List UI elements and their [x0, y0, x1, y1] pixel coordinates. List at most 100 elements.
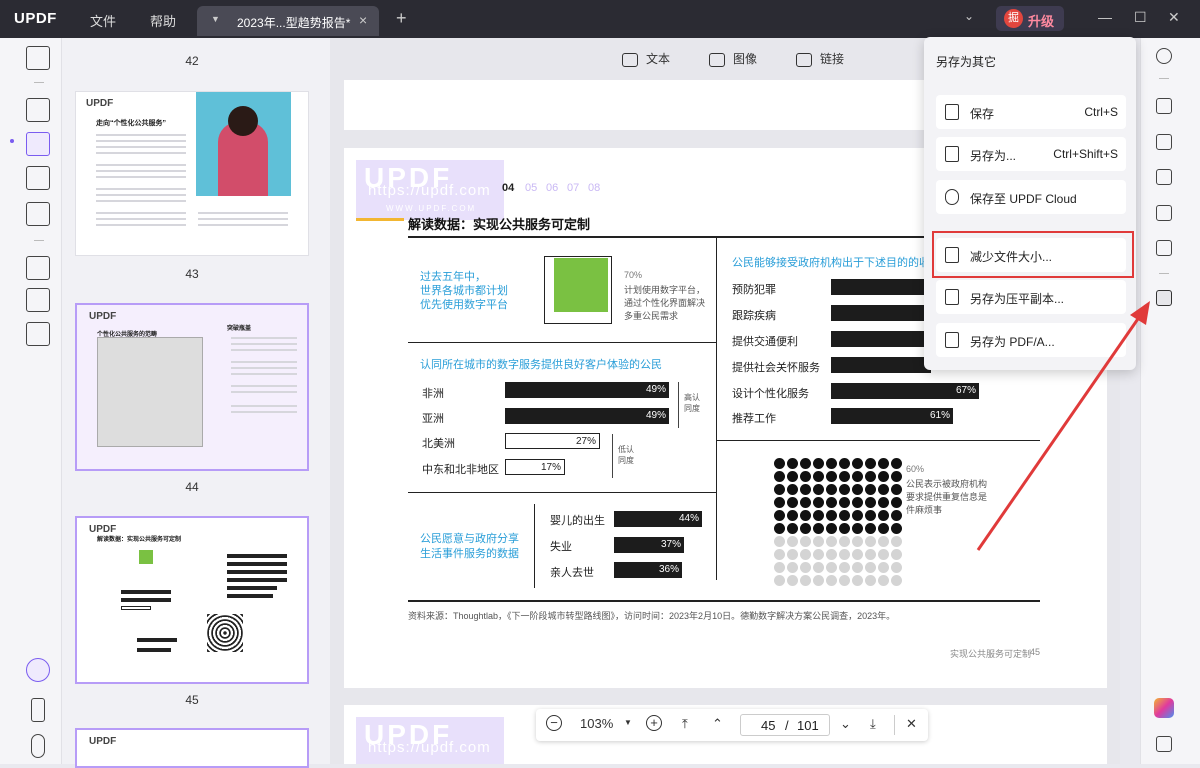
section4-label: 推荐工作 — [732, 413, 776, 425]
text-tool-label: 文本 — [646, 52, 671, 66]
link-tool-button[interactable]: 链接 — [796, 50, 844, 67]
image-icon — [709, 52, 725, 67]
dot-grid-dot — [878, 549, 889, 560]
upgrade-button[interactable]: 掘 升级 — [996, 6, 1064, 31]
menu-item-save-to-cloud[interactable]: 保存至 UPDF Cloud — [936, 180, 1126, 214]
previous-page-icon[interactable]: ⌃ — [712, 716, 723, 732]
section4-label: 提供交通便利 — [732, 336, 798, 348]
ocr-icon[interactable] — [1156, 98, 1172, 114]
close-zoom-bar-icon[interactable]: ✕ — [906, 716, 917, 732]
dot-grid-dot — [826, 549, 837, 560]
search-icon[interactable] — [1156, 48, 1172, 64]
dot-grid-dot — [839, 484, 850, 495]
dot-grid-dot — [813, 523, 824, 534]
section3-label: 婴儿的出生 — [550, 515, 605, 527]
dot-grid-dot — [826, 536, 837, 547]
first-page-icon[interactable]: ⤒ — [682, 716, 688, 732]
layers-copy-icon[interactable] — [26, 322, 50, 346]
dot-grid-dot — [891, 484, 902, 495]
protect-icon[interactable] — [1156, 169, 1172, 185]
fill-sign-icon[interactable] — [26, 202, 50, 226]
source-note: 资料来源：Thoughtlab，《下一阶段城市转型路线图》，访问时间：2023年… — [408, 611, 896, 621]
dot-grid-dot — [774, 471, 785, 482]
page-number-input[interactable]: 45 / 101 — [740, 714, 830, 736]
tab-close-icon[interactable]: × — [359, 12, 367, 28]
section1-green-square — [554, 258, 608, 312]
convert-icon[interactable] — [1156, 134, 1172, 150]
cloud-icon — [945, 189, 959, 205]
watermark-stripe — [356, 218, 404, 221]
section4-bar — [831, 279, 931, 295]
chevron-down-icon[interactable]: ⌄ — [964, 9, 974, 23]
edit-pdf-icon[interactable] — [26, 132, 50, 156]
row-divider — [408, 342, 716, 343]
organize-pages-icon[interactable] — [26, 256, 50, 280]
close-window-icon[interactable]: ✕ — [1168, 9, 1180, 26]
dot-grid-dot — [839, 510, 850, 521]
share-icon[interactable] — [1156, 205, 1172, 221]
menu-file[interactable]: 文件 — [90, 11, 116, 30]
page-number-label: 44 — [185, 480, 199, 494]
highlight-box — [932, 231, 1134, 278]
page-thumbnail-45[interactable]: UPDF 解读数据：实现公共服务可定制 — [75, 516, 309, 684]
page-thumbnail-43[interactable]: UPDF 走向“个性化公共服务” — [75, 91, 309, 256]
dot-grid-dot — [826, 471, 837, 482]
dot-grid-dot — [891, 549, 902, 560]
text-tool-button[interactable]: 文本 — [622, 50, 670, 67]
zoom-out-icon[interactable]: − — [546, 715, 562, 731]
section2-bar: 17% — [505, 459, 565, 475]
dot-grid-dot — [852, 549, 863, 560]
comment-icon[interactable] — [1156, 736, 1172, 752]
avatar: 掘 — [1004, 9, 1023, 28]
page-thumbnail-46[interactable]: UPDF — [75, 728, 309, 768]
menu-item-save-as[interactable]: 另存为... Ctrl+Shift+S — [936, 137, 1126, 171]
section2-label: 亚洲 — [422, 413, 444, 425]
dot-grid-dot — [878, 575, 889, 586]
email-icon[interactable] — [1156, 240, 1172, 256]
image-tool-button[interactable]: 图像 — [709, 50, 757, 67]
maximize-icon[interactable]: ☐ — [1134, 9, 1147, 26]
section2-label: 中东和北非地区 — [422, 464, 499, 476]
menu-item-label: 保存 — [970, 107, 995, 121]
menu-item-shortcut: Ctrl+Shift+S — [1053, 147, 1118, 161]
dot-grid-dot — [813, 510, 824, 521]
tab-dropdown-icon[interactable]: ▼ — [211, 14, 220, 24]
page-thumbnail-44[interactable]: UPDF 个性化公共服务的范畴 突破瓶盖 — [75, 303, 309, 471]
dot-grid-dot — [891, 536, 902, 547]
thumb-title: 解读数据：实现公共服务可定制 — [97, 537, 182, 543]
title-bar: UPDF 文件 帮助 ▼ 2023年...型趋势报告* × + ⌄ 掘 升级 —… — [0, 0, 1200, 38]
last-page-icon[interactable]: ⤓ — [870, 716, 876, 732]
watermark-url-small: WWW.UPDF.COM — [386, 204, 477, 213]
form-icon[interactable] — [26, 166, 50, 190]
new-tab-button[interactable]: + — [396, 8, 407, 29]
minimize-icon[interactable]: — — [1098, 9, 1112, 25]
next-page-icon[interactable]: ⌄ — [840, 716, 851, 732]
menu-help[interactable]: 帮助 — [150, 11, 176, 30]
dot-grid-dot — [787, 536, 798, 547]
zoom-dropdown-icon[interactable]: ▼ — [624, 718, 632, 727]
flatten-icon — [945, 289, 959, 305]
dot-grid-dot — [839, 523, 850, 534]
section4-label: 提供社会关怀服务 — [732, 362, 820, 374]
dot-grid-dot — [891, 510, 902, 521]
dot-grid-dot — [800, 523, 811, 534]
dot-grid-dot — [774, 562, 785, 573]
highlighter-icon[interactable] — [26, 98, 50, 122]
ai-assistant-icon[interactable] — [1154, 698, 1174, 718]
dot-grid-dot — [878, 458, 889, 469]
crop-icon[interactable] — [26, 288, 50, 312]
dot-grid-dot — [800, 536, 811, 547]
layers-icon[interactable] — [26, 658, 50, 682]
thumbnail-panel: 42 UPDF 走向“个性化公共服务” 43 UPDF 个性化公共服务的范畴 突… — [62, 38, 330, 768]
dot-grid-dot — [839, 562, 850, 573]
thumb-logo: UPDF — [89, 736, 117, 747]
menu-item-save[interactable]: 保存 Ctrl+S — [936, 95, 1126, 129]
document-tab[interactable]: ▼ 2023年...型趋势报告* × — [197, 6, 379, 36]
zoom-in-icon[interactable]: + — [646, 715, 662, 731]
bookmark-icon[interactable] — [31, 698, 45, 722]
reader-icon[interactable] — [26, 46, 50, 70]
attachment-icon[interactable] — [31, 734, 45, 758]
zoom-level[interactable]: 103% — [580, 716, 613, 731]
section5-pct: 60% — [906, 464, 925, 474]
dot-grid-dot — [774, 523, 785, 534]
